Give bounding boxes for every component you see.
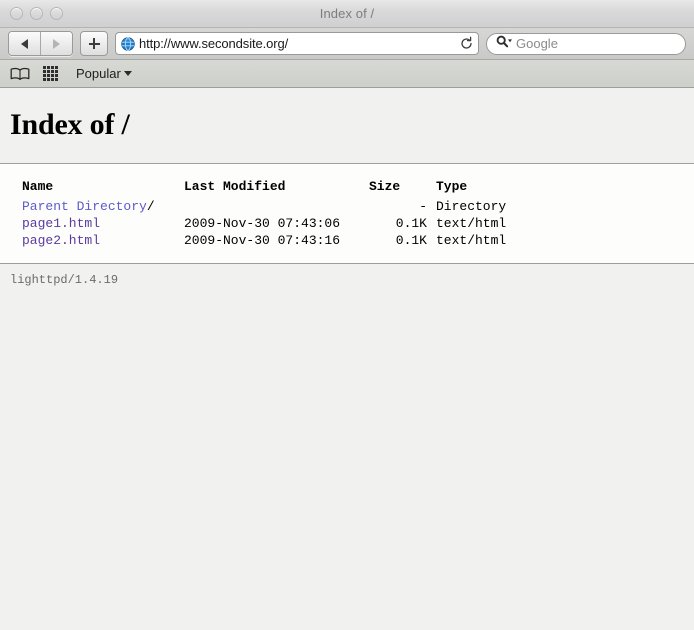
cell-type: text/html — [436, 232, 506, 249]
cell-name: page1.html — [22, 215, 184, 232]
link-page2-html[interactable]: page2.html — [22, 233, 100, 248]
globe-icon — [121, 37, 135, 51]
new-tab-button[interactable] — [80, 31, 108, 56]
link-page1-html[interactable]: page1.html — [22, 216, 100, 231]
bookmark-folder-popular[interactable]: Popular — [76, 66, 132, 81]
close-button[interactable] — [10, 7, 23, 20]
forward-button[interactable] — [40, 32, 72, 55]
title-bar: Index of / — [0, 0, 694, 28]
page-title: Index of / — [10, 108, 694, 141]
bookmarks-bar: Popular — [0, 60, 694, 88]
cell-type: Directory — [436, 198, 506, 215]
address-bar-text[interactable]: http://www.secondsite.org/ — [139, 36, 458, 51]
cell-modified: 2009-Nov-30 07:43:16 — [184, 232, 369, 249]
column-header-type: Type — [436, 178, 506, 198]
table-row: page1.html 2009-Nov-30 07:43:06 0.1K tex… — [22, 215, 506, 232]
cell-size: 0.1K — [369, 215, 436, 232]
bookmark-folder-label: Popular — [76, 66, 121, 81]
name-suffix: / — [147, 199, 155, 214]
chevron-down-icon — [124, 71, 132, 76]
directory-listing: Name Last Modified Size Type Parent Dire… — [0, 163, 694, 264]
search-field[interactable]: Google — [486, 33, 686, 55]
show-all-bookmarks-icon[interactable] — [10, 67, 30, 81]
arrow-left-icon — [21, 39, 28, 49]
cell-name: Parent Directory/ — [22, 198, 184, 215]
top-sites-icon[interactable] — [43, 66, 58, 81]
cell-modified: 2009-Nov-30 07:43:06 — [184, 215, 369, 232]
search-icon[interactable] — [496, 35, 513, 53]
back-button[interactable] — [9, 32, 40, 55]
reload-icon[interactable] — [458, 36, 474, 52]
cell-type: text/html — [436, 215, 506, 232]
table-header-row: Name Last Modified Size Type — [22, 178, 506, 198]
table-body: Parent Directory/ - Directory page1.html… — [22, 198, 506, 249]
cell-size: 0.1K — [369, 232, 436, 249]
server-signature: lighttpd/1.4.19 — [10, 273, 694, 287]
navigation-buttons — [8, 31, 73, 56]
cell-modified — [184, 198, 369, 215]
link-parent-directory[interactable]: Parent Directory — [22, 199, 147, 214]
column-header-name: Name — [22, 178, 184, 198]
search-placeholder: Google — [516, 36, 558, 51]
table-row: page2.html 2009-Nov-30 07:43:16 0.1K tex… — [22, 232, 506, 249]
window-title: Index of / — [0, 6, 694, 21]
browser-window: Index of / http://ww — [0, 0, 694, 630]
table-row: Parent Directory/ - Directory — [22, 198, 506, 215]
column-header-size: Size — [369, 178, 436, 198]
cell-name: page2.html — [22, 232, 184, 249]
browser-toolbar: http://www.secondsite.org/ Google — [0, 28, 694, 60]
arrow-right-icon — [53, 39, 60, 49]
page-content: Index of / Name Last Modified Size Type … — [0, 88, 694, 630]
plus-icon-vertical — [93, 38, 95, 49]
zoom-button[interactable] — [50, 7, 63, 20]
cell-size: - — [369, 198, 436, 215]
minimize-button[interactable] — [30, 7, 43, 20]
table-header: Name Last Modified Size Type — [22, 178, 506, 198]
directory-table: Name Last Modified Size Type Parent Dire… — [22, 178, 506, 249]
address-bar[interactable]: http://www.secondsite.org/ — [115, 32, 479, 55]
column-header-modified: Last Modified — [184, 178, 369, 198]
window-controls — [10, 7, 63, 20]
